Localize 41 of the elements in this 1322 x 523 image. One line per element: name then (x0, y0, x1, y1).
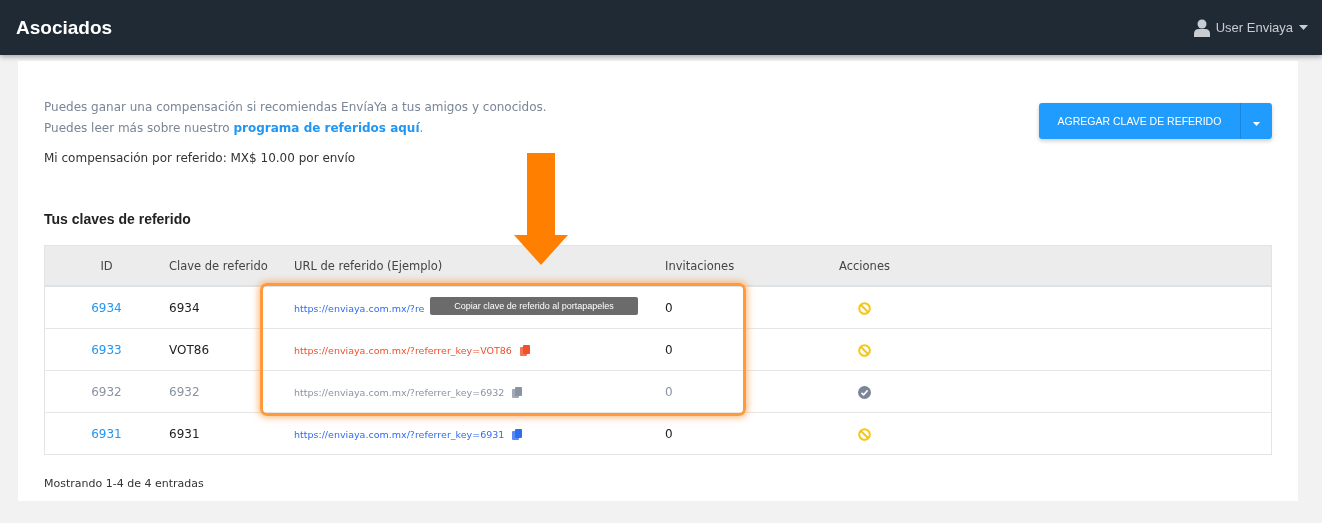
id-link[interactable]: 6934 (91, 300, 122, 315)
user-menu[interactable]: User Enviaya (1193, 18, 1308, 37)
compensation-text: Mi compensación por referido: MX$ 10.00 por envío (44, 151, 357, 165)
table-cell: 6931 (169, 426, 200, 441)
id-link[interactable]: 6933 (91, 342, 122, 357)
table-cell: 0 (665, 342, 673, 357)
copy-icon[interactable] (512, 386, 523, 398)
ban-icon[interactable] (858, 301, 871, 315)
user-icon (1193, 18, 1210, 37)
ban-icon[interactable] (858, 343, 871, 357)
column-header: Clave de referido (169, 258, 268, 273)
table-cell: 0 (665, 384, 673, 399)
table-cell: VOT86 (169, 342, 210, 357)
section-title: Tus claves de referido (44, 211, 192, 227)
referral-url: https://enviaya.com.mx/?re (294, 302, 425, 314)
referral-url: https://enviaya.com.mx/?referrer_key=VOT86 (294, 344, 512, 356)
page-title: Asociados (16, 16, 113, 39)
copy-icon[interactable] (519, 344, 530, 356)
table-cell: 6934 (169, 300, 200, 315)
entries-text: Mostrando 1-4 de 4 entradas (44, 477, 205, 490)
table-cell: 6932 (169, 384, 200, 399)
table-cell: 0 (665, 300, 673, 315)
program-link[interactable]: programa de referidos aquí (233, 121, 420, 135)
caret-icon (1253, 121, 1260, 126)
id-link[interactable]: 6931 (91, 426, 122, 441)
add-referral-key-button[interactable]: AGREGAR CLAVE DE REFERIDO (1039, 103, 1240, 139)
id-link[interactable]: 6932 (91, 384, 122, 399)
column-header: ID (100, 258, 113, 273)
ban-icon[interactable] (858, 427, 871, 441)
copy-icon[interactable] (512, 428, 523, 440)
info-text: Puedes leer más sobre nuestro programa de referidos aquí. (44, 120, 425, 137)
column-header: Acciones (839, 258, 890, 273)
column-header: Invitaciones (665, 258, 735, 273)
caret-icon (1299, 25, 1308, 30)
column-header: URL de referido (Ejemplo) (294, 258, 443, 273)
referral-url: https://enviaya.com.mx/?referrer_key=6931 (294, 428, 505, 440)
intro-text: Puedes ganar una compensación si recomiendas EnvíaYa a tus amigos y conocidos. (44, 99, 547, 116)
check-circle-icon[interactable] (858, 385, 871, 399)
referral-url: https://enviaya.com.mx/?referrer_key=6932 (294, 386, 505, 398)
tooltip: Copiar clave de referido al portapapeles (430, 297, 638, 315)
table-cell: 0 (665, 426, 673, 441)
